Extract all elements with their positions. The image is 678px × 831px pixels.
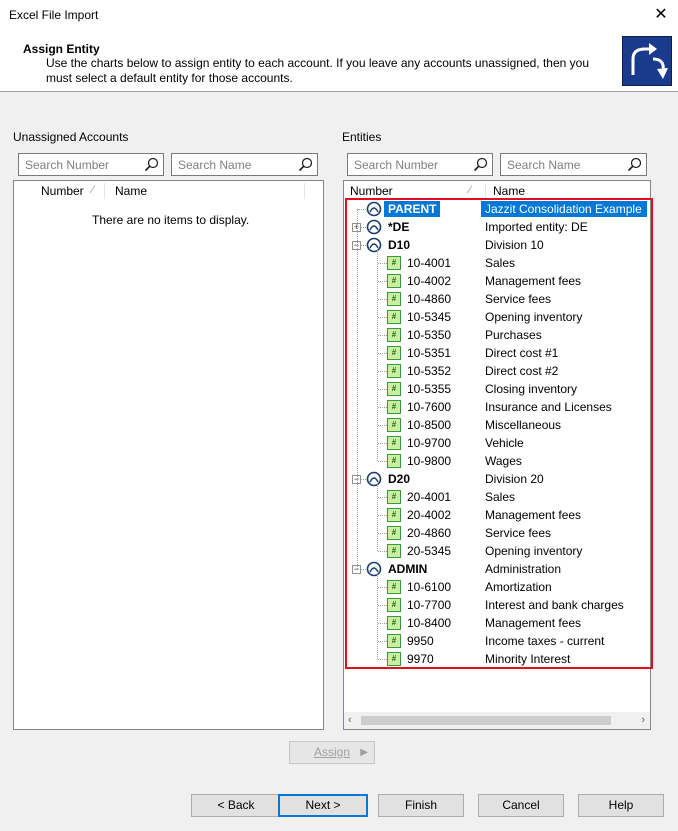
highlight-box (345, 198, 653, 669)
close-icon[interactable]: ✕ (650, 4, 672, 26)
column-number-header[interactable]: Number (41, 184, 84, 198)
wizard-header: Assign Entity Use the charts below to as… (0, 30, 678, 92)
left-search-number-input[interactable]: Search Number (18, 153, 164, 176)
column-name-header[interactable]: Name (493, 184, 525, 198)
empty-list-message: There are no items to display. (92, 213, 250, 227)
search-icon[interactable] (298, 157, 314, 173)
scroll-left-icon[interactable]: ‹ (348, 714, 352, 726)
cancel-button[interactable]: Cancel (478, 794, 564, 817)
help-button[interactable]: Help (578, 794, 664, 817)
search-icon[interactable] (473, 157, 489, 173)
column-separator (104, 183, 105, 199)
horizontal-scrollbar[interactable]: ‹ › (344, 712, 650, 729)
wizard-logo-icon (622, 36, 672, 86)
page-description: Use the charts below to assign entity to… (46, 56, 589, 85)
back-button[interactable]: < Back (191, 794, 281, 817)
column-separator (304, 183, 305, 199)
scroll-right-icon[interactable]: › (641, 714, 645, 726)
unassigned-accounts-label: Unassigned Accounts (13, 130, 129, 144)
scrollbar-thumb[interactable] (361, 716, 611, 725)
assign-button-label: Assign (313, 745, 351, 759)
next-button[interactable]: Next > (278, 794, 368, 817)
unassigned-accounts-list[interactable]: Number ⁄ Name There are no items to disp… (13, 180, 324, 730)
right-search-number-input[interactable]: Search Number (347, 153, 493, 176)
left-search-name-input[interactable]: Search Name (171, 153, 318, 176)
column-separator (485, 183, 486, 199)
entities-label: Entities (342, 130, 382, 144)
search-icon[interactable] (627, 157, 643, 173)
column-name-header[interactable]: Name (115, 184, 147, 198)
finish-button[interactable]: Finish (378, 794, 464, 817)
column-number-header[interactable]: Number (350, 184, 393, 198)
right-search-name-input[interactable]: Search Name (500, 153, 647, 176)
search-icon[interactable] (144, 157, 160, 173)
assign-button[interactable]: Assign ▶ (289, 741, 375, 764)
page-title: Assign Entity (23, 42, 100, 56)
sort-icon: ⁄ (92, 184, 94, 196)
title-bar: Excel File Import ✕ (0, 0, 678, 30)
sort-icon: ⁄ (469, 184, 471, 196)
play-icon: ▶ (360, 747, 368, 758)
window-title: Excel File Import (9, 8, 99, 22)
left-column-header: Number ⁄ Name (14, 181, 323, 201)
